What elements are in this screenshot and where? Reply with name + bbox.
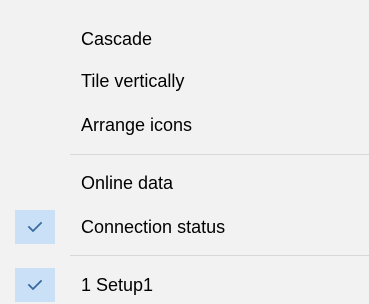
checkmark-icon — [27, 279, 43, 291]
menu-item-label: Cascade — [81, 29, 153, 49]
menu-item-label: Online data — [81, 173, 174, 193]
menu-item-label: Tile vertically — [81, 71, 185, 91]
menu-item-label: Arrange icons — [81, 115, 193, 135]
check-highlight — [15, 268, 55, 302]
menu-item-label: 1 Setup1 — [81, 275, 154, 295]
menu-item-cascade[interactable]: Cascade — [0, 17, 369, 61]
menu-item-label: Connection status — [81, 217, 226, 237]
checkmark-icon — [27, 221, 43, 233]
menu-separator — [70, 154, 369, 155]
menu-item-online-data[interactable]: Online data — [0, 161, 369, 205]
menu-item-setup1[interactable]: 1 Setup1 — [0, 263, 369, 304]
menu-item-connection-status[interactable]: Connection status — [0, 205, 369, 249]
menu-item-arrange-icons[interactable]: Arrange icons — [0, 103, 369, 147]
window-menu: Cascade Tile vertically Arrange icons On… — [0, 0, 369, 304]
menu-item-tile-vertically[interactable]: Tile vertically — [0, 59, 369, 103]
menu-separator — [70, 255, 369, 256]
check-highlight — [15, 210, 55, 244]
